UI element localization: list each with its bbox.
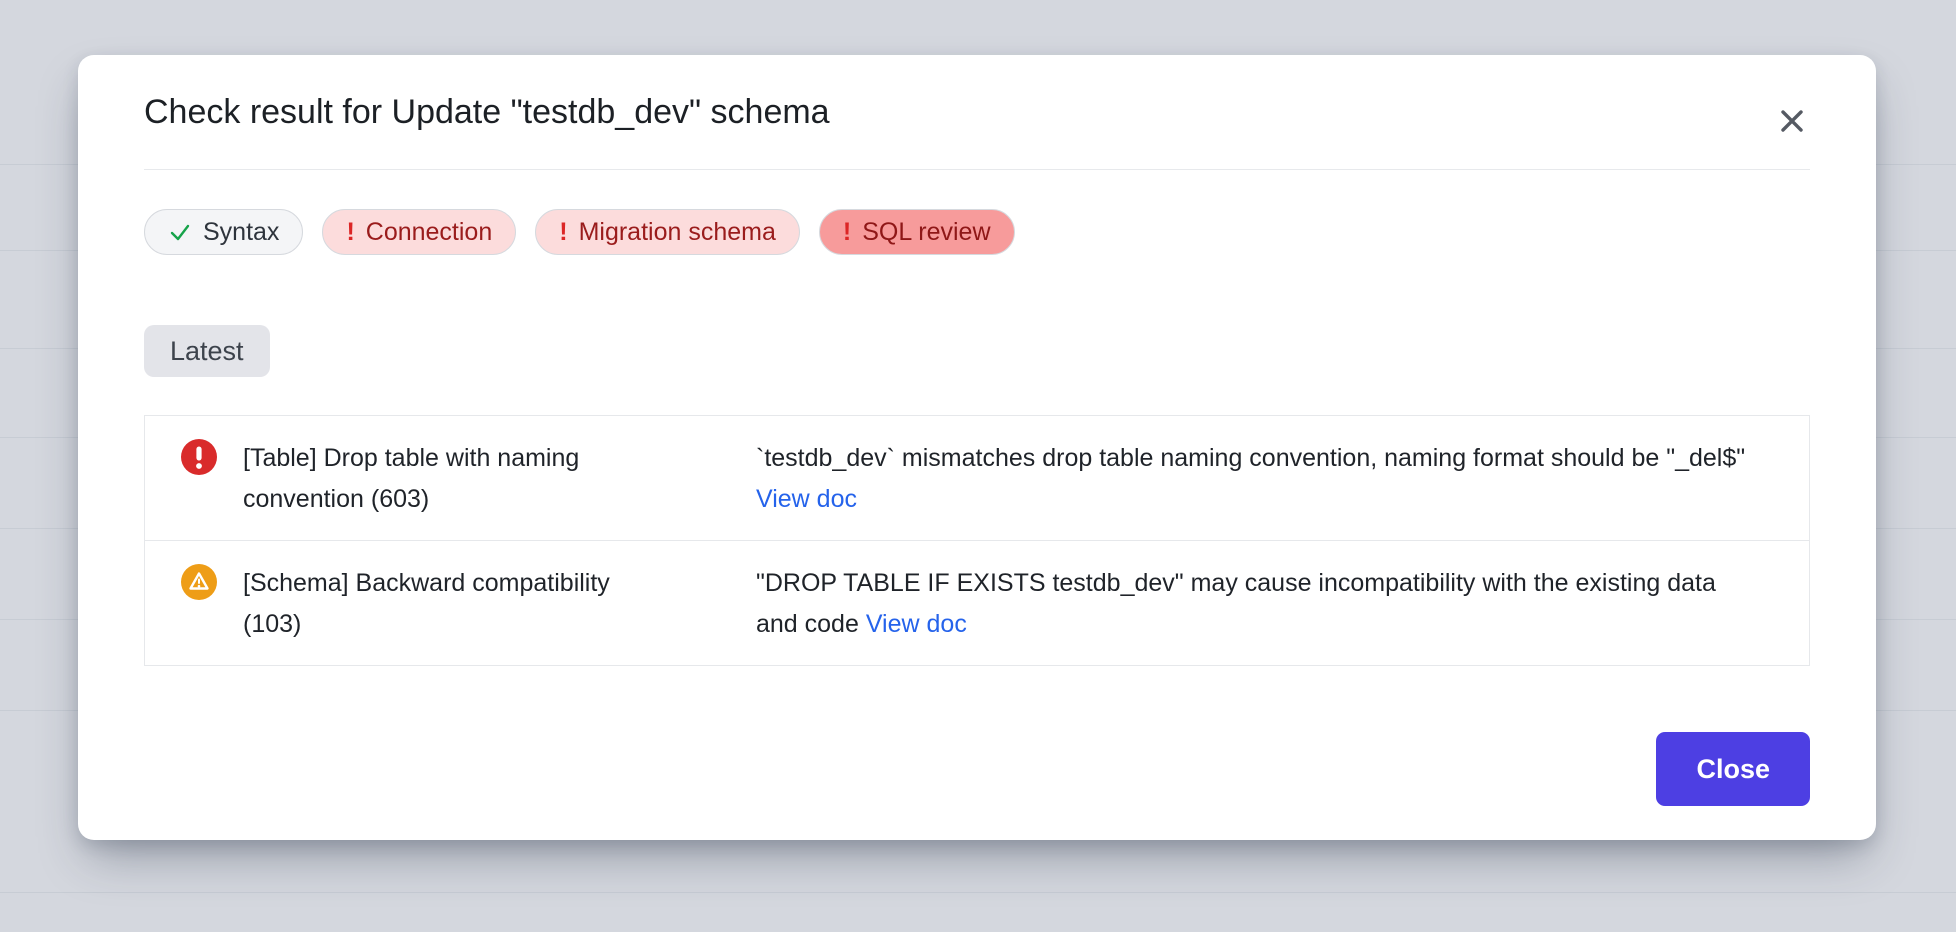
warning-icon xyxy=(181,564,217,600)
rule-name: [Schema] Backward compatibility (103) xyxy=(243,563,666,645)
message-cell: `testdb_dev` mismatches drop table namin… xyxy=(756,416,1809,540)
exclamation-icon: ! xyxy=(559,218,567,247)
table-row: [Table] Drop table with naming conventio… xyxy=(145,416,1809,540)
check-icon xyxy=(168,220,192,244)
table-row: [Schema] Backward compatibility (103) "D… xyxy=(145,540,1809,665)
view-doc-link[interactable]: View doc xyxy=(756,485,857,513)
rule-name: [Table] Drop table with naming conventio… xyxy=(243,438,666,520)
check-status-tabs: Syntax ! Connection ! Migration schema !… xyxy=(144,209,1810,255)
latest-badge[interactable]: Latest xyxy=(144,325,270,377)
message-text: `testdb_dev` mismatches drop table namin… xyxy=(756,444,1745,472)
close-icon[interactable] xyxy=(1774,103,1810,139)
header-divider xyxy=(144,169,1810,170)
tab-label: Syntax xyxy=(203,218,279,247)
close-button[interactable]: Close xyxy=(1656,732,1810,806)
tab-migration-schema[interactable]: ! Migration schema xyxy=(535,209,800,255)
tab-sql-review[interactable]: ! SQL review xyxy=(819,209,1015,255)
tab-label: Connection xyxy=(366,218,492,247)
tab-connection[interactable]: ! Connection xyxy=(322,209,516,255)
rule-cell: [Schema] Backward compatibility (103) xyxy=(145,541,756,665)
tab-syntax[interactable]: Syntax xyxy=(144,209,303,255)
error-icon xyxy=(181,439,217,475)
message-cell: "DROP TABLE IF EXISTS testdb_dev" may ca… xyxy=(756,541,1809,665)
dialog-title: Check result for Update "testdb_dev" sch… xyxy=(144,89,830,135)
check-result-table: [Table] Drop table with naming conventio… xyxy=(144,415,1810,666)
tab-label: SQL review xyxy=(862,218,990,247)
dialog-footer: Close xyxy=(144,732,1810,806)
exclamation-icon: ! xyxy=(346,218,354,247)
exclamation-icon: ! xyxy=(843,218,851,247)
dialog-header: Check result for Update "testdb_dev" sch… xyxy=(144,55,1810,139)
view-doc-link[interactable]: View doc xyxy=(866,610,967,638)
check-result-dialog: Check result for Update "testdb_dev" sch… xyxy=(78,55,1876,840)
version-row: Latest xyxy=(144,325,1810,377)
tab-label: Migration schema xyxy=(579,218,776,247)
rule-cell: [Table] Drop table with naming conventio… xyxy=(145,416,756,540)
background-grid-line xyxy=(0,892,1956,893)
